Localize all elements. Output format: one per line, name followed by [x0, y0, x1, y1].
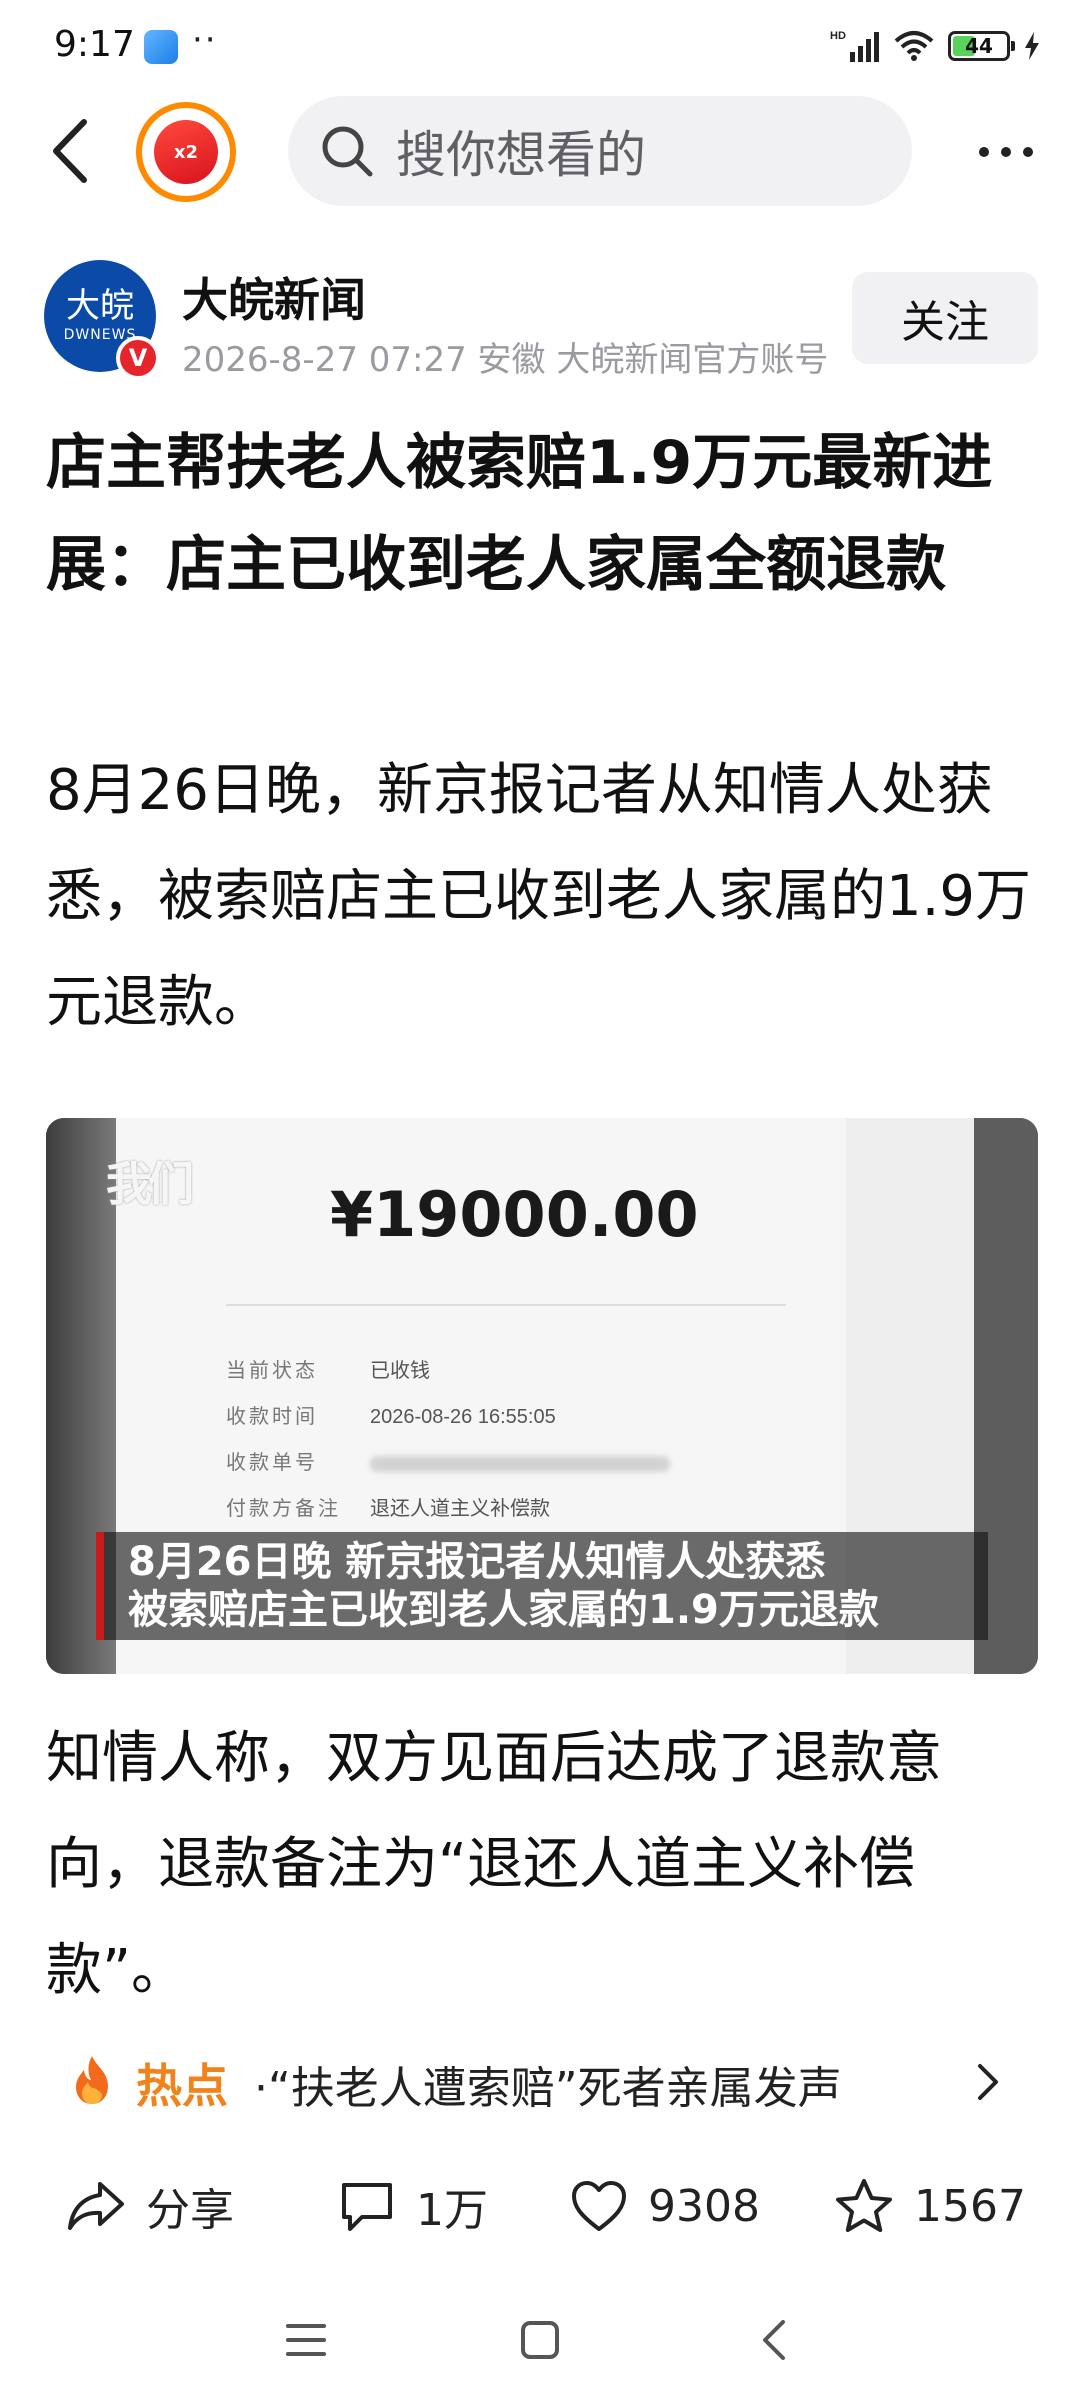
hot-topic-label: 热点: [136, 2059, 228, 2113]
receipt-row-label: 收款单号: [226, 1450, 318, 1474]
action-bar: 分享 1万 9308 1567: [0, 2150, 1080, 2260]
signal-icon: HD: [830, 30, 879, 62]
like-button[interactable]: 9308: [570, 2174, 760, 2238]
back-triangle-icon: [763, 2320, 785, 2360]
charging-icon: [1025, 32, 1039, 60]
article-paragraph: 知情人称，双方见面后达成了退款意向，退款备注为“退还人道主义补偿款”。: [46, 1726, 942, 2003]
menu-icon: [286, 2324, 326, 2356]
chevron-right-icon: [978, 2064, 998, 2100]
author-header: 大皖 DWNEWS V 大皖新闻 2026-8-27 07:27 安徽 大皖新闻…: [0, 256, 1080, 386]
search-icon: [322, 126, 373, 177]
search-input[interactable]: 搜你想看的: [288, 96, 912, 206]
receipt-row-blurred-value: [370, 1455, 670, 1472]
receipt-row-value: 退还人道主义补偿款: [370, 1496, 550, 1520]
verified-badge: V: [116, 336, 160, 380]
home-square-icon: [521, 2321, 559, 2359]
comment-icon: [342, 2183, 392, 2231]
wifi-icon: [894, 31, 934, 61]
fire-icon: [76, 2056, 108, 2104]
article-headline: 店主帮扶老人被索赔1.9万元最新进展：店主已收到老人家属全额退款: [46, 428, 993, 600]
heart-icon: [572, 2181, 626, 2231]
image-caption-line: 8月26日晚 新京报记者从知情人处获悉: [128, 1539, 826, 1585]
like-count: 9308: [648, 2180, 760, 2232]
system-nav-bar: [0, 2280, 1080, 2400]
status-bar: 9:17 ·· HD 44: [0, 0, 1080, 92]
battery-icon: 44: [948, 31, 1015, 61]
status-more-dots: ··: [192, 20, 218, 60]
search-placeholder: 搜你想看的: [396, 126, 646, 184]
receipt-row: 当前状态 已收钱: [226, 1354, 430, 1383]
receipt-amount: ¥19000.00: [330, 1178, 699, 1251]
battery-level: 44: [965, 34, 993, 58]
image-caption: 8月26日晚 新京报记者从知情人处获悉 被索赔店主已收到老人家属的1.9万元退款: [96, 1532, 988, 1640]
author-name[interactable]: 大皖新闻: [182, 264, 366, 330]
receipt-row-value: 已收钱: [370, 1358, 430, 1382]
hd-label: HD: [830, 30, 846, 42]
menu-nav-button[interactable]: [266, 2308, 346, 2372]
receipt-divider: [226, 1304, 786, 1306]
back-button[interactable]: [40, 116, 100, 186]
more-icon-dot: [1023, 147, 1033, 157]
avatar-brand: 大皖: [66, 286, 134, 326]
more-icon: [979, 147, 989, 157]
back-nav-button[interactable]: [734, 2308, 814, 2372]
promo-redpacket-button[interactable]: x2: [136, 102, 236, 202]
more-button[interactable]: [968, 122, 1044, 182]
article-image[interactable]: 我们 ¥19000.00 当前状态 已收钱 收款时间 2026-08-26 16:5…: [46, 1118, 1038, 1674]
receipt-row-label: 收款时间: [226, 1404, 318, 1428]
article-paragraph: 8月26日晚，新京报记者从知情人处获悉，被索赔店主已收到老人家属的1.9万元退款…: [46, 758, 1032, 1035]
receipt-row: 付款方备注 退还人道主义补偿款: [226, 1492, 550, 1521]
receipt-row-label: 付款方备注: [226, 1496, 341, 1520]
image-watermark: 我们: [106, 1157, 194, 1211]
app-notification-icon: [144, 30, 178, 64]
top-nav: x2 搜你想看的: [0, 92, 1080, 212]
favorite-count: 1567: [914, 2180, 1026, 2232]
share-icon: [68, 2182, 124, 2230]
comment-button[interactable]: 1万: [338, 2174, 488, 2238]
receipt-row-value: 2026-08-26 16:55:05: [370, 1406, 556, 1428]
status-right-group: HD 44: [830, 24, 1040, 68]
share-button[interactable]: 分享: [66, 2174, 234, 2238]
favorite-button[interactable]: 1567: [834, 2174, 1026, 2238]
receipt-row: 收款单号: [226, 1446, 670, 1475]
follow-button[interactable]: 关注: [852, 272, 1038, 364]
status-time: 9:17: [54, 24, 135, 65]
receipt-row: 收款时间 2026-08-26 16:55:05: [226, 1400, 556, 1429]
back-arrow-icon: [53, 119, 87, 183]
author-meta: 2026-8-27 07:27 安徽 大皖新闻官方账号: [182, 340, 829, 380]
promo-badge: x2: [154, 120, 218, 184]
home-nav-button[interactable]: [500, 2308, 580, 2372]
hot-topic-text: ·“扶老人遭索赔”死者亲属发声: [254, 2063, 842, 2114]
comment-count: 1万: [416, 2185, 488, 2236]
star-icon: [836, 2179, 892, 2232]
image-caption-line: 被索赔店主已收到老人家属的1.9万元退款: [128, 1587, 879, 1633]
hot-topic-bar[interactable]: 热点 ·“扶老人遭索赔”死者亲属发声: [0, 2032, 1080, 2128]
receipt-row-label: 当前状态: [226, 1358, 318, 1382]
more-icon-dot: [1001, 147, 1011, 157]
share-label: 分享: [146, 2185, 234, 2236]
